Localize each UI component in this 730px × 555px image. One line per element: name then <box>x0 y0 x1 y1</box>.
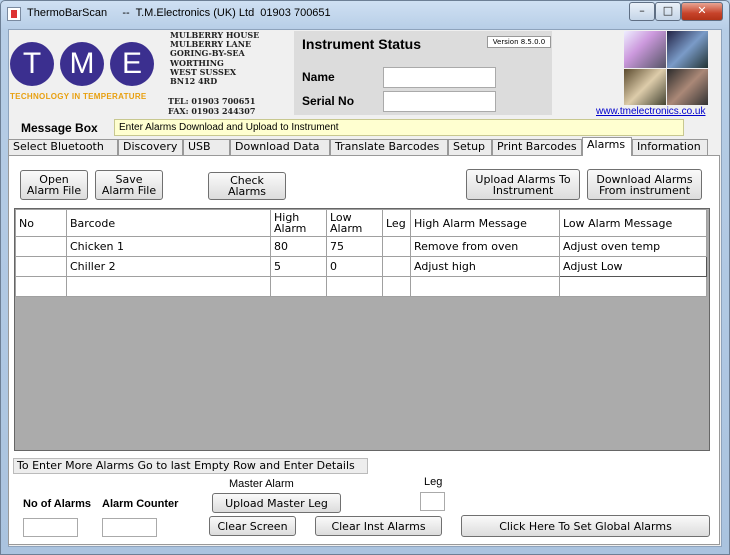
table-cell[interactable] <box>66 276 271 297</box>
column-header[interactable]: High Alarm <box>270 209 327 237</box>
tab-setup[interactable]: Setup <box>448 139 492 155</box>
table-cell[interactable]: Adjust oven temp <box>559 236 707 257</box>
table-row: Chicken 1 80 75 Remove from oven Adjust … <box>15 236 707 257</box>
serial-field[interactable] <box>383 91 496 112</box>
leg-label: Leg <box>424 476 443 488</box>
master-alarm-label: Master Alarm <box>229 478 294 490</box>
table-cell[interactable] <box>270 276 327 297</box>
table-cell[interactable]: 0 <box>326 256 383 277</box>
message-box: Enter Alarms Download and Upload to Inst… <box>114 119 684 136</box>
hint-label: To Enter More Alarms Go to last Empty Ro… <box>13 458 368 474</box>
tab-select-bluetooth[interactable]: Select Bluetooth <box>8 139 118 155</box>
column-header[interactable]: Low Alarm <box>326 209 383 237</box>
table-cell[interactable] <box>382 236 411 257</box>
table-cell[interactable]: Chiller 2 <box>66 256 271 277</box>
tab-download-data[interactable]: Download Data <box>230 139 330 155</box>
table-cell[interactable] <box>15 236 67 257</box>
instrument-status-title: Instrument Status <box>302 36 422 52</box>
table-cell[interactable]: Remove from oven <box>410 236 560 257</box>
column-header[interactable]: No <box>15 209 67 237</box>
table-cell[interactable]: 80 <box>270 236 327 257</box>
column-header[interactable]: Leg <box>382 209 411 237</box>
tab-bar: Select Bluetooth Discovery USB Download … <box>8 137 720 156</box>
app-icon <box>7 7 21 21</box>
product-photo <box>666 31 708 68</box>
table-cell[interactable] <box>410 276 560 297</box>
product-photos <box>624 31 708 105</box>
title-bar[interactable]: ThermoBarScan -- T.M.Electronics (UK) Lt… <box>1 1 729 27</box>
column-header[interactable]: High Alarm Message <box>410 209 560 237</box>
maximize-button[interactable]: □ <box>655 2 681 21</box>
company-contacts: TEL: 01903 700651 FAX: 01903 244307 <box>168 96 255 116</box>
clear-screen-button[interactable]: Clear Screen <box>209 516 296 536</box>
logo-letter: T <box>10 42 54 86</box>
table-cell[interactable]: 5 <box>270 256 327 277</box>
check-alarms-button[interactable]: Check Alarms <box>208 172 286 200</box>
name-label: Name <box>302 70 335 84</box>
table-header-row: No Barcode High Alarm Low Alarm Leg High… <box>15 209 707 237</box>
table-cell[interactable] <box>559 276 707 297</box>
serial-label: Serial No <box>302 94 355 108</box>
table-cell[interactable] <box>382 276 411 297</box>
tab-discovery[interactable]: Discovery <box>118 139 183 155</box>
table-cell[interactable] <box>15 276 67 297</box>
address-line: BN12 4RD <box>170 76 218 87</box>
alarms-grid: No Barcode High Alarm Low Alarm Leg High… <box>14 208 710 451</box>
alarms-table: No Barcode High Alarm Low Alarm Leg High… <box>15 209 707 297</box>
product-photo <box>624 31 666 68</box>
company-tagline: TECHNOLOGY IN TEMPERATURE <box>10 92 147 101</box>
tab-print-barcodes[interactable]: Print Barcodes <box>492 139 582 155</box>
table-cell[interactable] <box>326 276 383 297</box>
window-title: ThermoBarScan -- T.M.Electronics (UK) Lt… <box>27 7 331 19</box>
logo-letter: E <box>110 42 154 86</box>
alarm-counter-label: Alarm Counter <box>102 498 179 510</box>
table-cell[interactable]: Chicken 1 <box>66 236 271 257</box>
upload-master-leg-button[interactable]: Upload Master Leg <box>212 493 341 513</box>
fax-number: FAX: 01903 244307 <box>168 106 256 116</box>
column-header[interactable]: Low Alarm Message <box>559 209 707 237</box>
minimize-button[interactable]: – <box>629 2 655 21</box>
tab-information[interactable]: Information <box>632 139 708 155</box>
upload-alarms-button[interactable]: Upload Alarms To Instrument <box>466 169 580 200</box>
product-photo <box>666 68 708 105</box>
table-cell[interactable]: Adjust high <box>410 256 560 277</box>
tab-usb[interactable]: USB <box>183 139 230 155</box>
no-of-alarms-label: No of Alarms <box>23 498 92 510</box>
table-row: Chiller 2 5 0 Adjust high Adjust Low <box>15 256 707 277</box>
close-button[interactable]: ✕ <box>681 2 723 21</box>
column-header[interactable]: Barcode <box>66 209 271 237</box>
app-name: ThermoBarScan <box>27 7 108 19</box>
title-suffix: -- T.M.Electronics (UK) Ltd 01903 700651 <box>122 7 331 19</box>
save-alarm-file-button[interactable]: Save Alarm File <box>95 170 163 200</box>
website-link[interactable]: www.tmelectronics.co.uk <box>596 106 705 117</box>
name-field[interactable] <box>383 67 496 88</box>
set-global-alarms-button[interactable]: Click Here To Set Global Alarms <box>461 515 710 537</box>
version-label: Version 8.5.0.0 <box>487 36 551 48</box>
company-address: MULBERRY HOUSE MULBERRY LANE GORING-BY-S… <box>170 30 259 87</box>
table-cell[interactable] <box>15 256 67 277</box>
tel-number: TEL: 01903 700651 <box>168 96 256 106</box>
message-box-label: Message Box <box>21 121 98 135</box>
tab-alarms[interactable]: Alarms <box>582 137 632 156</box>
table-row <box>15 276 707 297</box>
open-alarm-file-button[interactable]: Open Alarm File <box>20 170 88 200</box>
tab-translate-barcodes[interactable]: Translate Barcodes <box>330 139 448 155</box>
clear-inst-alarms-button[interactable]: Clear Inst Alarms <box>315 516 442 536</box>
leg-field[interactable] <box>420 492 445 511</box>
table-cell[interactable]: 75 <box>326 236 383 257</box>
table-cell[interactable]: Adjust Low <box>559 256 707 277</box>
download-alarms-button[interactable]: Download Alarms From instrument <box>587 169 702 200</box>
no-of-alarms-field[interactable] <box>23 518 78 537</box>
table-cell[interactable] <box>382 256 411 277</box>
logo-letter: M <box>60 42 104 86</box>
alarm-counter-field[interactable] <box>102 518 157 537</box>
product-photo <box>624 68 666 105</box>
